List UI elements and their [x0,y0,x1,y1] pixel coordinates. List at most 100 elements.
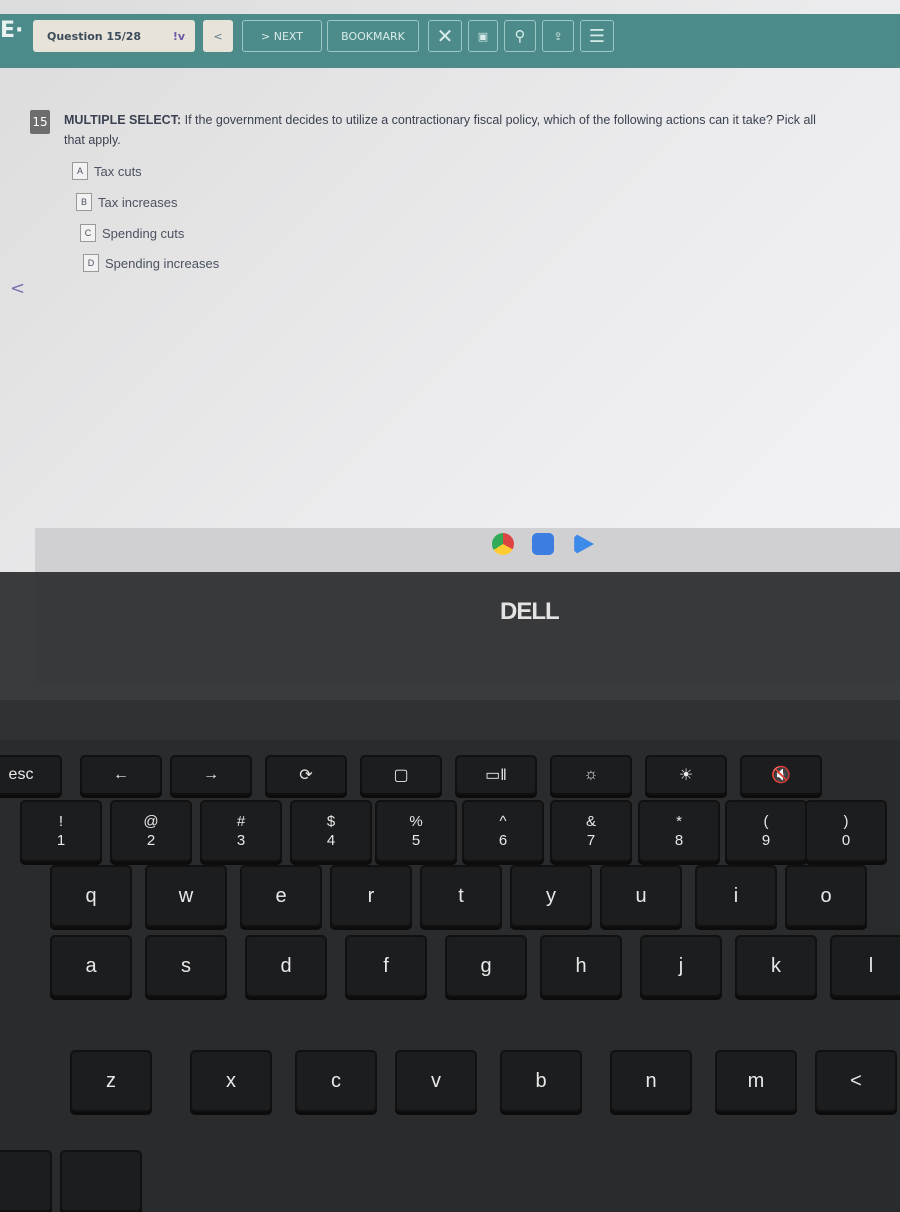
key-3[interactable]: #3 [200,800,282,862]
key-6[interactable]: ^ 6 [462,800,544,862]
key-fn-8[interactable]: 🔇 [740,755,822,795]
menu-icon[interactable]: ☰ [580,20,614,52]
key-char: 4 [326,832,336,849]
key-k[interactable]: k [735,935,817,997]
app-logo: E· [0,18,24,43]
key-fn-2[interactable]: → [170,755,252,795]
key-5[interactable]: % 5 [375,800,457,862]
key-fn-4[interactable]: ▢ [360,755,442,795]
key-z[interactable]: z [70,1050,152,1112]
key-1[interactable]: ! 1 [20,800,102,862]
key-fn-1[interactable]: ← [80,755,162,795]
key-8[interactable]: * 8 [638,800,720,862]
key-char: 5 [411,832,421,849]
key-7[interactable]: & 7 [550,800,632,862]
key-f[interactable]: f [345,935,427,997]
question-selector[interactable]: Question 15/28 !v [33,20,195,52]
key-char: 6 [498,832,508,849]
bezel [35,572,900,682]
chrome-icon[interactable] [492,533,514,555]
key-fn-5[interactable]: ▭‖ [455,755,537,795]
key-shift-char: % [409,813,423,830]
key-char: 3 [236,832,246,849]
chevron-left-icon[interactable]: < [10,278,25,299]
question-text: MULTIPLE SELECT: If the government decid… [64,110,824,150]
key-alt-left[interactable] [60,1150,142,1212]
key-4[interactable]: $4 [290,800,372,862]
option-d[interactable]: D Spending increases [83,254,219,272]
key-9[interactable]: (9 [725,800,807,862]
key-a[interactable]: a [50,935,132,997]
key-x[interactable]: x [190,1050,272,1112]
key-shift-char: ^ [499,813,507,830]
key-b[interactable]: b [500,1050,582,1112]
close-icon[interactable]: ✕ [428,20,462,52]
key-0[interactable]: ) 0 [805,800,887,862]
key-l[interactable]: l [830,935,900,997]
question-selector-label: Question 15/28 [47,29,142,43]
key-o[interactable]: o [785,865,867,927]
key-v[interactable]: v [395,1050,477,1112]
key-fn-7[interactable]: ☀ [645,755,727,795]
flag-icon: !v [172,29,185,43]
question-type: MULTIPLE SELECT: [64,113,182,127]
key-2[interactable]: @2 [110,800,192,862]
key-fn-3[interactable]: ⟳ [265,755,347,795]
key-shift-char: $ [326,813,336,830]
key-shift-char: ) [843,813,849,830]
key-t[interactable]: t [420,865,502,927]
option-text: Tax increases [98,194,178,210]
upload-icon[interactable]: ⇪ [542,20,574,52]
key-char: 0 [841,832,851,849]
key-d[interactable]: d [245,935,327,997]
key-y[interactable]: y [510,865,592,927]
dell-logo: DELL [500,598,560,625]
key-u[interactable]: u [600,865,682,927]
key-shift-char: & [585,813,596,830]
key-fn-6[interactable]: ☼ [550,755,632,795]
toolbar: E· Question 15/28 !v < > NEXT BOOKMARK ✕ … [0,14,900,68]
key-ctrl[interactable] [0,1150,52,1212]
key-h[interactable]: h [540,935,622,997]
option-text: Spending cuts [102,225,185,241]
previous-button[interactable]: < [203,20,233,52]
key-q[interactable]: q [50,865,132,927]
key-shift-char: # [236,813,246,830]
key-g[interactable]: g [445,935,527,997]
key-e[interactable]: e [240,865,322,927]
key-shift-char: ( [763,813,769,830]
shelf [35,528,900,572]
option-letter: D [83,254,99,272]
key-s[interactable]: s [145,935,227,997]
key-n[interactable]: n [610,1050,692,1112]
search-icon[interactable]: ⚲ [504,20,536,52]
option-letter: B [76,193,92,211]
key-j[interactable]: j [640,935,722,997]
option-c[interactable]: C Spending cuts [80,224,184,242]
key-shift-char: ! [58,813,64,830]
bookmark-button[interactable]: BOOKMARK [327,20,419,52]
key-m[interactable]: m [715,1050,797,1112]
key-c[interactable]: c [295,1050,377,1112]
key-shift-char: * [676,813,682,830]
key-comma[interactable]: < [815,1050,897,1112]
key-i[interactable]: i [695,865,777,927]
key-char: 8 [674,832,684,849]
question-number: 15 [30,110,50,134]
key-r[interactable]: r [330,865,412,927]
key-fn-0[interactable]: esc [0,755,62,795]
key-char: 2 [146,832,156,849]
screen: E· Question 15/28 !v < > NEXT BOOKMARK ✕ … [0,0,900,572]
option-b[interactable]: B Tax increases [76,193,177,211]
key-char: 7 [586,832,596,849]
hinge [0,700,900,740]
option-text: Spending increases [105,255,220,271]
files-icon[interactable] [532,533,554,555]
key-w[interactable]: w [145,865,227,927]
laptop-lid: E· Question 15/28 !v < > NEXT BOOKMARK ✕ … [0,0,900,700]
option-letter: C [80,224,96,242]
option-letter: A [72,162,88,180]
next-button[interactable]: > NEXT [242,20,322,52]
calculator-icon[interactable]: ▣ [468,20,498,52]
option-a[interactable]: A Tax cuts [72,162,142,180]
